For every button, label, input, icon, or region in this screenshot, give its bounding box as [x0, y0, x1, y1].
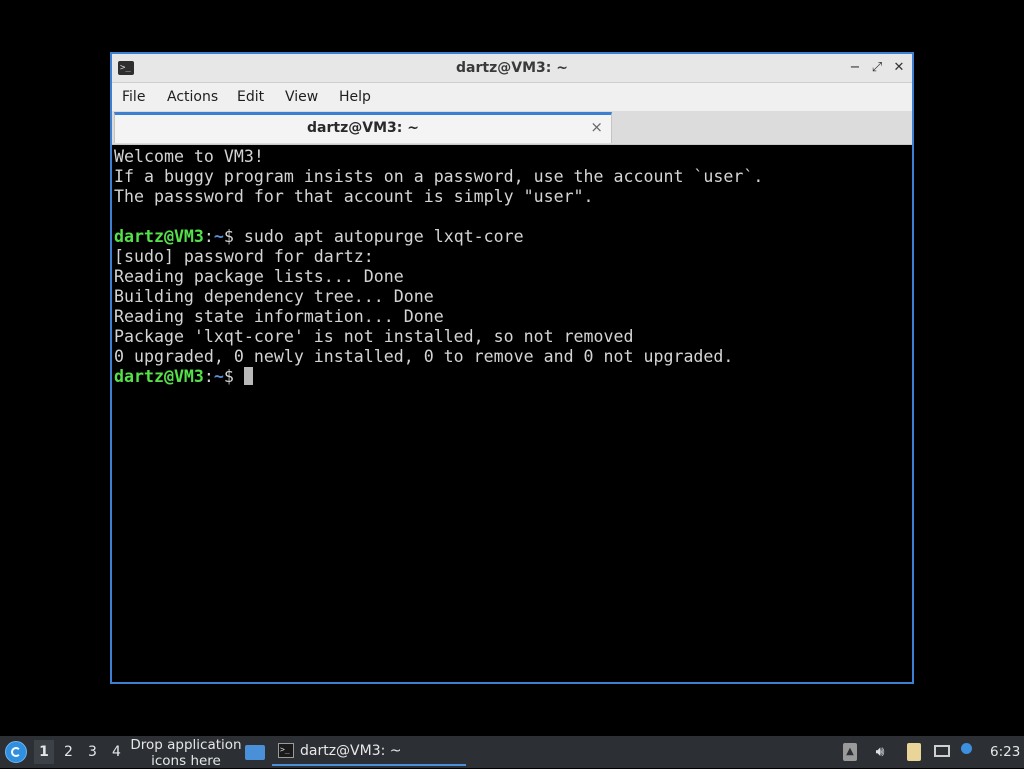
prompt-symbol: $	[223, 227, 244, 246]
terminal-line: The passsword for that account is simply…	[114, 187, 594, 206]
terminal-line: If a buggy program insists on a password…	[114, 167, 764, 186]
network-icon[interactable]	[934, 745, 950, 757]
terminal-output[interactable]: Welcome to VM3! If a buggy program insis…	[114, 147, 912, 682]
terminal-line: Welcome to VM3!	[114, 147, 264, 166]
desktop-switch-2[interactable]: 2	[64, 744, 73, 760]
prompt-path: ~	[213, 227, 224, 246]
prompt-user-host: dartz@VM3	[114, 227, 204, 246]
menu-file[interactable]: File	[122, 89, 145, 105]
taskbar-task-terminal[interactable]: >_ dartz@VM3: ~	[272, 738, 466, 766]
quicklaunch-hint-line1: Drop application	[130, 737, 242, 753]
terminal-line: Reading package lists... Done	[114, 267, 404, 286]
window-titlebar[interactable]: >_ dartz@VM3: ~ − ⤢ ✕	[112, 54, 912, 83]
desktop-switch-1[interactable]: 1	[34, 740, 54, 764]
taskbar: 1 2 3 4 Drop application icons here >_ d…	[0, 736, 1024, 769]
clipboard-icon[interactable]	[907, 743, 921, 761]
prompt-user-host: dartz@VM3	[114, 367, 204, 386]
terminal-line: [sudo] password for dartz:	[114, 247, 374, 266]
text-cursor	[243, 367, 253, 385]
tray-arrow-up-icon[interactable]: ▲	[843, 743, 857, 761]
menu-view[interactable]: View	[285, 89, 318, 105]
minimize-button[interactable]: −	[846, 59, 864, 77]
lxqt-start-icon[interactable]	[5, 741, 27, 763]
terminal-line: Building dependency tree... Done	[114, 287, 434, 306]
menu-edit[interactable]: Edit	[237, 89, 264, 105]
prompt-symbol: $	[223, 367, 244, 386]
prompt-separator: :	[203, 227, 214, 246]
clock[interactable]: 6:23	[990, 744, 1020, 760]
terminal-window[interactable]: >_ dartz@VM3: ~ − ⤢ ✕ File Actions Edit …	[110, 52, 914, 684]
show-desktop-icon[interactable]	[245, 745, 265, 760]
prompt-path: ~	[213, 367, 224, 386]
terminal-line: Package 'lxqt-core' is not installed, so…	[114, 327, 634, 346]
terminal-line: Reading state information... Done	[114, 307, 444, 326]
terminal-line: 0 upgraded, 0 newly installed, 0 to remo…	[114, 347, 734, 366]
quicklaunch-area[interactable]: Drop application icons here	[128, 737, 244, 769]
desktop-switch-3[interactable]: 3	[88, 744, 97, 760]
tab-label: dartz@VM3: ~	[307, 120, 419, 136]
menu-bar: File Actions Edit View Help	[112, 83, 912, 111]
terminal-icon: >_	[278, 743, 294, 758]
task-label: dartz@VM3: ~	[300, 743, 402, 759]
notification-icon[interactable]	[961, 743, 979, 761]
quicklaunch-hint-line2: icons here	[151, 753, 221, 769]
prompt-separator: :	[203, 367, 214, 386]
menu-help[interactable]: Help	[339, 89, 371, 105]
desktop-switch-4[interactable]: 4	[112, 744, 121, 760]
window-title: dartz@VM3: ~	[456, 60, 568, 76]
prompt-line[interactable]: dartz@VM3:~$	[114, 367, 912, 387]
prompt-line: dartz@VM3:~$ sudo apt autopurge lxqt-cor…	[114, 227, 912, 247]
tab-close-icon[interactable]: ×	[590, 118, 603, 136]
tab-terminal[interactable]: dartz@VM3: ~ ×	[114, 112, 612, 143]
menu-actions[interactable]: Actions	[167, 89, 218, 105]
close-button[interactable]: ✕	[890, 59, 908, 77]
tab-bar: dartz@VM3: ~ ×	[112, 111, 912, 145]
command-text: sudo apt autopurge lxqt-core	[243, 227, 524, 246]
maximize-button[interactable]: ⤢	[868, 59, 886, 77]
volume-icon[interactable]: 🔊︎	[871, 743, 889, 761]
